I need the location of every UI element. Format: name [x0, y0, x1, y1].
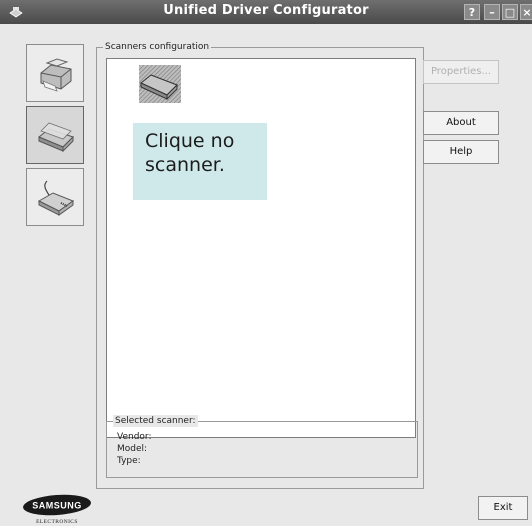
scanner-list-item-icon[interactable]: [137, 63, 183, 105]
port-icon: [37, 180, 75, 216]
samsung-logo: SAMSUNG ELECTRONICS: [23, 494, 91, 525]
instruction-callout: Clique no scanner.: [133, 123, 267, 200]
callout-text: Clique no scanner.: [145, 130, 235, 176]
title-bar: Unified Driver Configurator ? – □ ×: [0, 0, 532, 24]
close-button[interactable]: ×: [520, 4, 532, 20]
model-label: Model:: [117, 444, 148, 454]
selected-scanner-label: Selected scanner:: [113, 415, 198, 427]
sidebar-item-ports[interactable]: [26, 168, 84, 226]
vendor-label: Vendor:: [117, 432, 152, 442]
configurator-window: Unified Driver Configurator ? – □ × Scan…: [0, 0, 532, 526]
scanner-icon: [38, 122, 74, 153]
window-title: Unified Driver Configurator: [163, 3, 369, 18]
scanners-configuration-label: Scanners configuration: [103, 41, 212, 53]
scanner-list[interactable]: [106, 58, 416, 438]
sidebar-item-printers[interactable]: [26, 44, 84, 102]
about-button[interactable]: About: [423, 111, 499, 135]
help-title-button[interactable]: ?: [464, 4, 480, 20]
help-button[interactable]: Help: [423, 140, 499, 164]
properties-button[interactable]: Properties...: [423, 60, 499, 84]
type-label: Type:: [117, 456, 141, 466]
maximize-button[interactable]: □: [502, 4, 518, 20]
svg-text:SAMSUNG: SAMSUNG: [32, 501, 82, 511]
minimize-button[interactable]: –: [484, 4, 500, 20]
printer-icon: [40, 58, 72, 92]
exit-button[interactable]: Exit: [478, 496, 528, 520]
sidebar-item-scanners[interactable]: [26, 106, 84, 164]
svg-text:ELECTRONICS: ELECTRONICS: [36, 519, 78, 525]
selected-scanner-group: Selected scanner: Vendor: Model: Type:: [106, 415, 418, 478]
maximize-icon: □: [504, 6, 516, 19]
